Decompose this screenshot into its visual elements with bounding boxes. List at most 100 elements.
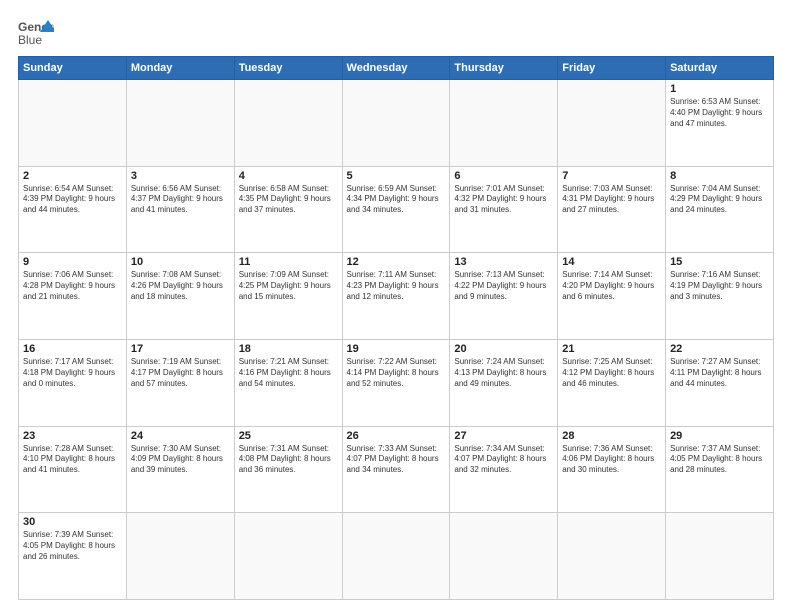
- calendar-cell: 21Sunrise: 7:25 AM Sunset: 4:12 PM Dayli…: [558, 339, 666, 426]
- day-number: 8: [670, 170, 769, 182]
- calendar-cell: [126, 513, 234, 600]
- calendar-cell: 22 Sunrise: 7:27 AM Sunset: 4:11 PM Dayli…: [666, 339, 774, 426]
- calendar-cell: 5 Sunrise: 6:59 AM Sunset: 4:34 PM Daylig…: [342, 166, 450, 253]
- day-number: 6: [454, 170, 553, 182]
- day-number: 14: [562, 256, 661, 268]
- day-info: Sunrise: 7:27 AM Sunset: 4:11 PM Dayligh…: [670, 357, 769, 389]
- day-info: Sunrise: 7:21 AM Sunset: 4:16 PM Dayligh…: [239, 357, 338, 389]
- day-number: 27: [454, 430, 553, 442]
- logo: General Blue: [18, 18, 54, 48]
- calendar-cell: 8Sunrise: 7:04 AM Sunset: 4:29 PM Daylig…: [666, 166, 774, 253]
- calendar-cell: 12 Sunrise: 7:11 AM Sunset: 4:23 PM Dayli…: [342, 253, 450, 340]
- day-info: Sunrise: 7:22 AM Sunset: 4:14 PM Dayligh…: [347, 357, 446, 389]
- calendar-cell: 1Sunrise: 6:53 AM Sunset: 4:40 PM Daylig…: [666, 80, 774, 167]
- day-number: 29: [670, 430, 769, 442]
- calendar-cell: 11 Sunrise: 7:09 AM Sunset: 4:25 PM Dayli…: [234, 253, 342, 340]
- calendar-cell: [558, 80, 666, 167]
- calendar-cell: 13 Sunrise: 7:13 AM Sunset: 4:22 PM Dayli…: [450, 253, 558, 340]
- day-info: Sunrise: 7:13 AM Sunset: 4:22 PM Dayligh…: [454, 270, 553, 302]
- day-number: 7: [562, 170, 661, 182]
- calendar-cell: [19, 80, 127, 167]
- day-number: 10: [131, 256, 230, 268]
- day-number: 18: [239, 343, 338, 355]
- calendar-week-row: 23 Sunrise: 7:28 AM Sunset: 4:10 PM Dayli…: [19, 426, 774, 513]
- day-number: 24: [131, 430, 230, 442]
- calendar-cell: [450, 80, 558, 167]
- day-number: 4: [239, 170, 338, 182]
- day-number: 25: [239, 430, 338, 442]
- calendar-week-row: 1Sunrise: 6:53 AM Sunset: 4:40 PM Daylig…: [19, 80, 774, 167]
- calendar-week-row: 9Sunrise: 7:06 AM Sunset: 4:28 PM Daylig…: [19, 253, 774, 340]
- calendar-cell: [126, 80, 234, 167]
- day-number: 11: [239, 256, 338, 268]
- day-info: Sunrise: 7:28 AM Sunset: 4:10 PM Dayligh…: [23, 444, 122, 476]
- calendar-cell: 14 Sunrise: 7:14 AM Sunset: 4:20 PM Dayli…: [558, 253, 666, 340]
- calendar-cell: 16Sunrise: 7:17 AM Sunset: 4:18 PM Dayli…: [19, 339, 127, 426]
- calendar-cell: 26 Sunrise: 7:33 AM Sunset: 4:07 PM Dayli…: [342, 426, 450, 513]
- calendar-table: SundayMondayTuesdayWednesdayThursdayFrid…: [18, 56, 774, 600]
- day-number: 13: [454, 256, 553, 268]
- day-number: 26: [347, 430, 446, 442]
- day-info: Sunrise: 7:06 AM Sunset: 4:28 PM Dayligh…: [23, 270, 122, 302]
- calendar-cell: 27 Sunrise: 7:34 AM Sunset: 4:07 PM Dayli…: [450, 426, 558, 513]
- svg-text:Blue: Blue: [18, 33, 42, 47]
- day-info: Sunrise: 7:37 AM Sunset: 4:05 PM Dayligh…: [670, 444, 769, 476]
- day-info: Sunrise: 6:56 AM Sunset: 4:37 PM Dayligh…: [131, 184, 230, 216]
- logo-container: General Blue: [18, 18, 54, 48]
- day-number: 17: [131, 343, 230, 355]
- day-number: 5: [347, 170, 446, 182]
- column-header-saturday: Saturday: [666, 57, 774, 80]
- column-header-thursday: Thursday: [450, 57, 558, 80]
- day-number: 16: [23, 343, 122, 355]
- day-number: 23: [23, 430, 122, 442]
- day-number: 22: [670, 343, 769, 355]
- day-info: Sunrise: 7:30 AM Sunset: 4:09 PM Dayligh…: [131, 444, 230, 476]
- day-info: Sunrise: 7:16 AM Sunset: 4:19 PM Dayligh…: [670, 270, 769, 302]
- calendar-cell: [342, 80, 450, 167]
- day-number: 3: [131, 170, 230, 182]
- day-info: Sunrise: 7:31 AM Sunset: 4:08 PM Dayligh…: [239, 444, 338, 476]
- day-info: Sunrise: 7:08 AM Sunset: 4:26 PM Dayligh…: [131, 270, 230, 302]
- calendar-cell: 15 Sunrise: 7:16 AM Sunset: 4:19 PM Dayli…: [666, 253, 774, 340]
- calendar-cell: 7 Sunrise: 7:03 AM Sunset: 4:31 PM Daylig…: [558, 166, 666, 253]
- day-info: Sunrise: 7:36 AM Sunset: 4:06 PM Dayligh…: [562, 444, 661, 476]
- day-number: 20: [454, 343, 553, 355]
- day-info: Sunrise: 7:19 AM Sunset: 4:17 PM Dayligh…: [131, 357, 230, 389]
- calendar-cell: 19 Sunrise: 7:22 AM Sunset: 4:14 PM Dayli…: [342, 339, 450, 426]
- day-info: Sunrise: 6:59 AM Sunset: 4:34 PM Dayligh…: [347, 184, 446, 216]
- calendar-cell: [342, 513, 450, 600]
- day-info: Sunrise: 6:54 AM Sunset: 4:39 PM Dayligh…: [23, 184, 122, 216]
- header: General Blue: [18, 18, 774, 48]
- calendar-cell: 9Sunrise: 7:06 AM Sunset: 4:28 PM Daylig…: [19, 253, 127, 340]
- day-info: Sunrise: 7:25 AM Sunset: 4:12 PM Dayligh…: [562, 357, 661, 389]
- day-info: Sunrise: 7:11 AM Sunset: 4:23 PM Dayligh…: [347, 270, 446, 302]
- column-header-monday: Monday: [126, 57, 234, 80]
- calendar-cell: 3 Sunrise: 6:56 AM Sunset: 4:37 PM Daylig…: [126, 166, 234, 253]
- column-header-tuesday: Tuesday: [234, 57, 342, 80]
- calendar-cell: 10 Sunrise: 7:08 AM Sunset: 4:26 PM Dayli…: [126, 253, 234, 340]
- calendar-cell: [666, 513, 774, 600]
- day-info: Sunrise: 7:14 AM Sunset: 4:20 PM Dayligh…: [562, 270, 661, 302]
- calendar-cell: 20Sunrise: 7:24 AM Sunset: 4:13 PM Dayli…: [450, 339, 558, 426]
- calendar-cell: 23 Sunrise: 7:28 AM Sunset: 4:10 PM Dayli…: [19, 426, 127, 513]
- calendar-cell: 24 Sunrise: 7:30 AM Sunset: 4:09 PM Dayli…: [126, 426, 234, 513]
- calendar-cell: 28 Sunrise: 7:36 AM Sunset: 4:06 PM Dayli…: [558, 426, 666, 513]
- calendar-cell: 6Sunrise: 7:01 AM Sunset: 4:32 PM Daylig…: [450, 166, 558, 253]
- day-info: Sunrise: 7:09 AM Sunset: 4:25 PM Dayligh…: [239, 270, 338, 302]
- day-info: Sunrise: 7:34 AM Sunset: 4:07 PM Dayligh…: [454, 444, 553, 476]
- day-number: 12: [347, 256, 446, 268]
- calendar-cell: [234, 513, 342, 600]
- calendar-week-row: 2Sunrise: 6:54 AM Sunset: 4:39 PM Daylig…: [19, 166, 774, 253]
- calendar-cell: 25 Sunrise: 7:31 AM Sunset: 4:08 PM Dayli…: [234, 426, 342, 513]
- day-info: Sunrise: 7:33 AM Sunset: 4:07 PM Dayligh…: [347, 444, 446, 476]
- calendar-cell: [234, 80, 342, 167]
- calendar-cell: [558, 513, 666, 600]
- calendar-cell: 18 Sunrise: 7:21 AM Sunset: 4:16 PM Dayli…: [234, 339, 342, 426]
- day-info: Sunrise: 7:03 AM Sunset: 4:31 PM Dayligh…: [562, 184, 661, 216]
- calendar-header-row: SundayMondayTuesdayWednesdayThursdayFrid…: [19, 57, 774, 80]
- day-number: 28: [562, 430, 661, 442]
- day-number: 1: [670, 83, 769, 95]
- calendar-week-row: 30Sunrise: 7:39 AM Sunset: 4:05 PM Dayli…: [19, 513, 774, 600]
- day-number: 15: [670, 256, 769, 268]
- day-number: 19: [347, 343, 446, 355]
